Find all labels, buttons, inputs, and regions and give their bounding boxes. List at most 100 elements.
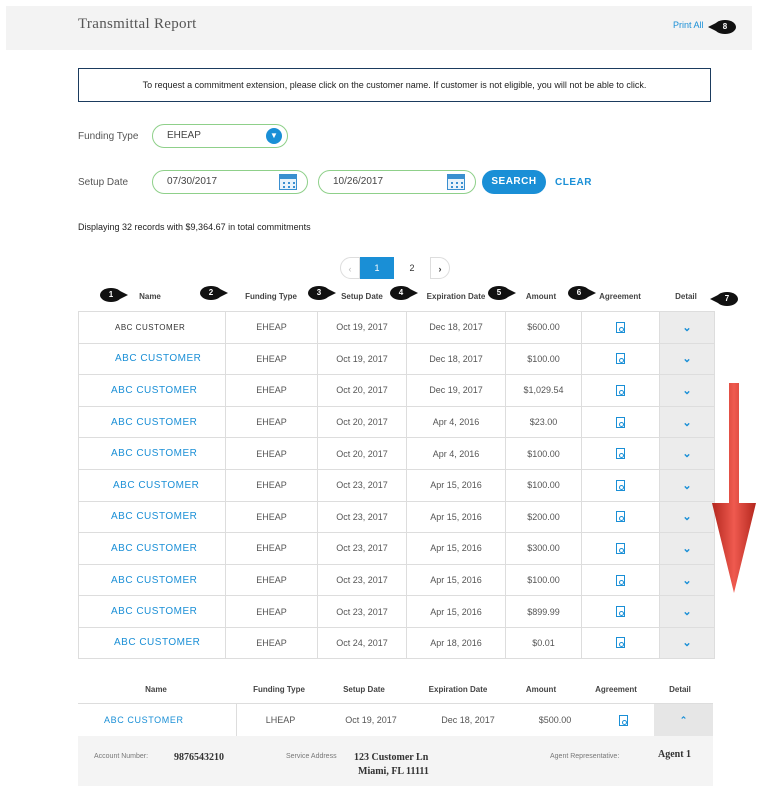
- search-button[interactable]: SEARCH: [482, 170, 546, 194]
- expiration-date-cell: Apr 15, 2016: [406, 596, 505, 627]
- column-header-expiration[interactable]: Expiration Date: [416, 292, 496, 301]
- customer-name-link[interactable]: ABC CUSTOMER: [79, 407, 225, 438]
- agreement-cell: [581, 564, 659, 596]
- customer-name-link[interactable]: ABC CUSTOMER: [78, 704, 236, 736]
- pdf-icon[interactable]: [616, 542, 625, 554]
- setup-date-cell: Oct 20, 2017: [317, 375, 406, 406]
- expiration-date-cell: Dec 18, 2017: [406, 343, 505, 375]
- column-header-agreement: Agreement: [599, 292, 641, 301]
- column-header-expiration[interactable]: Expiration Date: [418, 685, 498, 694]
- pdf-icon[interactable]: [616, 448, 625, 460]
- chevron-down-icon[interactable]: ⌄: [659, 533, 714, 564]
- amount-cell: $100.00: [505, 438, 581, 469]
- table-row: ABC CUSTOMER EHEAP Oct 23, 2017 Apr 15, …: [79, 563, 714, 596]
- pdf-icon[interactable]: [616, 574, 625, 586]
- next-page-button[interactable]: ›: [430, 257, 450, 279]
- pdf-icon[interactable]: [616, 479, 625, 491]
- end-date-field[interactable]: 10/26/2017: [318, 170, 476, 194]
- funding-type-select[interactable]: EHEAP ▼: [152, 124, 288, 148]
- customer-name-link[interactable]: ABC CUSTOMER: [79, 533, 225, 564]
- expanded-table-row: ABC CUSTOMER LHEAP Oct 19, 2017 Dec 18, …: [78, 703, 713, 737]
- expiration-date-cell: Apr 15, 2016: [406, 533, 505, 564]
- records-summary: Displaying 32 records with $9,364.67 in …: [78, 222, 311, 232]
- column-header-amount[interactable]: Amount: [516, 685, 566, 694]
- page-1-button[interactable]: 1: [360, 257, 394, 279]
- expiration-date-cell: Apr 15, 2016: [406, 469, 505, 501]
- expiration-date-cell: Dec 18, 2017: [441, 715, 495, 725]
- page-2-button[interactable]: 2: [400, 257, 424, 279]
- customer-name-link[interactable]: ABC CUSTOMER: [79, 628, 225, 658]
- start-date-value: 07/30/2017: [167, 176, 218, 187]
- callout-2: 2: [200, 286, 228, 300]
- calendar-icon[interactable]: [447, 174, 465, 190]
- chevron-down-icon[interactable]: ⌄: [659, 438, 714, 469]
- start-date-field[interactable]: 07/30/2017: [152, 170, 308, 194]
- customer-name-link[interactable]: ABC CUSTOMER: [79, 502, 225, 533]
- pdf-icon[interactable]: [616, 384, 625, 396]
- clear-button[interactable]: CLEAR: [555, 177, 592, 188]
- chevron-down-icon[interactable]: ⌄: [659, 564, 714, 596]
- amount-cell: $300.00: [505, 533, 581, 564]
- setup-date-cell: Oct 19, 2017: [317, 312, 406, 343]
- customer-name-link[interactable]: ABC CUSTOMER: [79, 344, 225, 375]
- chevron-down-icon[interactable]: ⌄: [659, 406, 714, 438]
- table-row: ABC CUSTOMER EHEAP Oct 19, 2017 Dec 18, …: [79, 342, 714, 375]
- column-header-funding[interactable]: Funding Type: [236, 292, 306, 301]
- info-message: To request a commitment extension, pleas…: [78, 68, 711, 102]
- funding-type-cell: EHEAP: [225, 469, 317, 501]
- chevron-down-icon[interactable]: ⌄: [659, 343, 714, 375]
- customer-name-link[interactable]: ABC CUSTOMER: [79, 375, 225, 406]
- column-header-name[interactable]: Name: [126, 685, 186, 694]
- amount-cell: $500.00: [538, 715, 572, 725]
- setup-date-cell: Oct 19, 2017: [345, 715, 397, 725]
- agreement-cell: [581, 312, 659, 343]
- expiration-date-cell: Apr 15, 2016: [406, 501, 505, 533]
- customer-name-link[interactable]: ABC CUSTOMER: [79, 470, 225, 501]
- column-header-setup[interactable]: Setup Date: [334, 685, 394, 694]
- page-title: Transmittal Report: [78, 16, 197, 32]
- pdf-icon[interactable]: [616, 321, 625, 333]
- funding-type-cell: EHEAP: [225, 533, 317, 564]
- funding-type-cell: EHEAP: [225, 596, 317, 627]
- pdf-icon[interactable]: [616, 353, 625, 365]
- column-header-name[interactable]: Name: [120, 292, 180, 301]
- funding-type-cell: EHEAP: [225, 501, 317, 533]
- table-row: ABC CUSTOMER EHEAP Oct 20, 2017 Apr 4, 2…: [79, 405, 714, 438]
- chevron-down-icon[interactable]: ▼: [266, 128, 282, 144]
- pdf-icon[interactable]: [616, 511, 625, 523]
- scroll-down-arrow: [712, 383, 756, 593]
- page-header: Transmittal Report Print All: [6, 6, 752, 50]
- expiration-date-cell: Apr 18, 2016: [406, 627, 505, 658]
- callout-7: 7: [710, 292, 738, 306]
- prev-page-button[interactable]: ‹: [340, 257, 360, 279]
- pdf-icon[interactable]: [618, 714, 628, 726]
- setup-date-cell: Oct 20, 2017: [317, 406, 406, 438]
- chevron-down-icon[interactable]: ⌄: [659, 312, 714, 343]
- chevron-down-icon[interactable]: ⌄: [659, 596, 714, 627]
- customer-details-panel: Account Number: 9876543210 Service Addre…: [78, 736, 713, 786]
- amount-cell: $23.00: [505, 406, 581, 438]
- print-all-link[interactable]: Print All: [673, 20, 704, 30]
- amount-cell: $600.00: [505, 312, 581, 343]
- column-header-amount[interactable]: Amount: [516, 292, 566, 301]
- customer-name-link[interactable]: ABC CUSTOMER: [79, 565, 225, 596]
- pdf-icon[interactable]: [616, 606, 625, 618]
- calendar-icon[interactable]: [279, 174, 297, 190]
- chevron-down-icon[interactable]: ⌄: [659, 469, 714, 501]
- setup-date-label: Setup Date: [78, 177, 129, 188]
- expiration-date-cell: Dec 18, 2017: [406, 312, 505, 343]
- funding-type-label: Funding Type: [78, 131, 139, 142]
- column-header-funding[interactable]: Funding Type: [244, 685, 314, 694]
- chevron-down-icon[interactable]: ⌄: [659, 627, 714, 658]
- pdf-icon[interactable]: [616, 416, 625, 428]
- funding-type-cell: EHEAP: [225, 343, 317, 375]
- pdf-icon[interactable]: [616, 637, 625, 649]
- column-header-setup[interactable]: Setup Date: [332, 292, 392, 301]
- chevron-down-icon[interactable]: ⌄: [659, 375, 714, 406]
- chevron-down-icon[interactable]: ⌄: [659, 501, 714, 533]
- customer-name-link[interactable]: ABC CUSTOMER: [79, 438, 225, 469]
- customer-name-link[interactable]: ABC CUSTOMER: [79, 596, 225, 627]
- expiration-date-cell: Apr 15, 2016: [406, 564, 505, 596]
- chevron-up-icon[interactable]: ⌃: [654, 704, 713, 736]
- setup-date-cell: Oct 24, 2017: [317, 627, 406, 658]
